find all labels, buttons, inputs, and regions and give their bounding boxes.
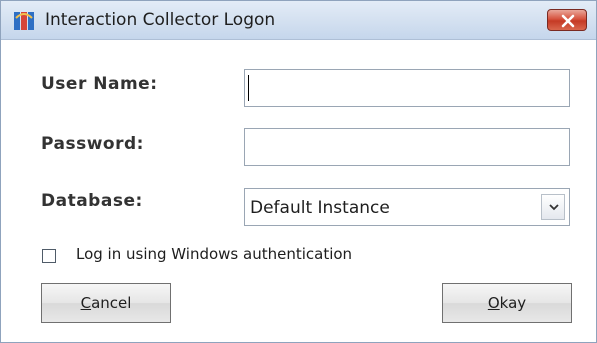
cancel-label: ancel (91, 294, 132, 312)
windows-auth-label[interactable]: Log in using Windows authentication (76, 245, 352, 263)
password-input[interactable] (244, 128, 570, 166)
database-label: Database: (41, 191, 143, 211)
okay-mnemonic: O (487, 294, 500, 312)
okay-button[interactable]: Okay (442, 283, 572, 323)
username-input[interactable] (244, 69, 570, 107)
close-button[interactable] (547, 9, 587, 31)
username-label: User Name: (41, 74, 158, 94)
cancel-mnemonic: C (80, 294, 92, 312)
collector-app-icon (13, 10, 35, 32)
password-label: Password: (41, 134, 144, 154)
database-selected-value: Default Instance (250, 198, 390, 218)
okay-label: kay (499, 294, 527, 312)
window-title: Interaction Collector Logon (45, 10, 276, 30)
chevron-down-icon (549, 204, 559, 211)
cancel-button[interactable]: Cancel (41, 283, 171, 323)
database-select[interactable]: Default Instance (244, 188, 570, 226)
windows-auth-checkbox[interactable] (42, 249, 56, 263)
close-icon (561, 14, 575, 28)
dropdown-button[interactable] (541, 194, 565, 220)
text-caret (248, 75, 249, 101)
title-bar[interactable]: Interaction Collector Logon (1, 1, 596, 40)
logon-dialog: Interaction Collector Logon User Name: P… (0, 0, 597, 343)
